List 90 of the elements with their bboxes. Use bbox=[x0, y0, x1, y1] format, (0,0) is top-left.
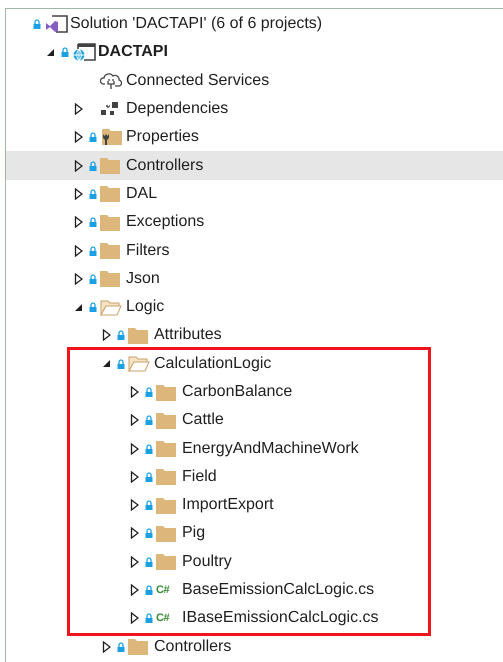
tree-item[interactable]: EnergyAndMachineWork bbox=[70, 434, 428, 463]
collapsed-arrow-icon[interactable] bbox=[74, 103, 82, 116]
folder-icon bbox=[128, 326, 148, 344]
expanded-arrow-icon[interactable] bbox=[46, 48, 54, 57]
collapsed-arrow-icon[interactable] bbox=[130, 386, 138, 398]
collapsed-arrow-icon[interactable] bbox=[74, 216, 82, 228]
tree-item-label: Controllers bbox=[126, 156, 204, 175]
collapsed-arrow-icon[interactable] bbox=[74, 272, 82, 285]
tree-item[interactable]: Connected Services bbox=[6, 66, 503, 95]
collapsed-arrow-icon[interactable] bbox=[74, 131, 82, 144]
tree-item-label: Properties bbox=[126, 128, 199, 146]
tree-item-label: Dependencies bbox=[126, 100, 228, 118]
tree-item[interactable]: Json bbox=[6, 264, 503, 293]
tree-item[interactable]: C# BaseEmissionCalcLogic.cs bbox=[70, 576, 428, 604]
collapsed-arrow-icon[interactable] bbox=[130, 499, 138, 512]
expanded-arrow-icon[interactable] bbox=[102, 359, 110, 368]
collapsed-arrow-icon[interactable] bbox=[130, 584, 138, 596]
tree-item[interactable]: Controllers bbox=[6, 632, 503, 661]
tree-item[interactable]: CalculationLogic bbox=[70, 350, 428, 378]
properties-folder-icon bbox=[100, 128, 122, 146]
collapsed-arrow-icon[interactable] bbox=[74, 160, 82, 172]
tree-item[interactable]: ImportExport bbox=[70, 491, 428, 520]
tree-item-label: Json bbox=[126, 270, 160, 288]
tree-item[interactable]: Attributes bbox=[6, 321, 503, 350]
tree-item[interactable]: Dependencies bbox=[6, 94, 503, 124]
tree-item-label: CarbonBalance bbox=[182, 383, 292, 401]
tree-item[interactable]: Solution 'DACTAPI' (6 of 6 projects) bbox=[6, 10, 503, 38]
tree-item-label: BaseEmissionCalcLogic.cs bbox=[182, 581, 374, 600]
folder-icon bbox=[156, 553, 176, 570]
folder-icon bbox=[100, 214, 120, 231]
tree-item[interactable]: DACTAPI bbox=[6, 38, 503, 67]
cloud-plug-icon bbox=[100, 72, 122, 90]
folder-icon bbox=[156, 384, 176, 400]
folder-icon bbox=[100, 157, 120, 174]
tree-item[interactable]: Poultry bbox=[70, 548, 428, 576]
tree-item-label: EnergyAndMachineWork bbox=[182, 440, 359, 458]
tree-item-label: Pig bbox=[182, 524, 206, 542]
collapsed-arrow-icon[interactable] bbox=[74, 188, 82, 200]
tree-item[interactable]: Properties bbox=[6, 123, 503, 152]
tree-item-label: Logic bbox=[126, 298, 164, 316]
tree-item-label: Filters bbox=[126, 242, 170, 260]
web-project-icon bbox=[72, 43, 96, 62]
tree-item[interactable]: Exceptions bbox=[6, 208, 503, 236]
solution-icon bbox=[44, 15, 68, 34]
tree-item[interactable]: DAL bbox=[6, 180, 503, 208]
tree-item-label: DAL bbox=[126, 184, 158, 203]
collapsed-arrow-icon[interactable] bbox=[102, 640, 110, 653]
tree-item[interactable]: Pig bbox=[70, 519, 428, 548]
folder-icon bbox=[100, 270, 120, 288]
tree-item[interactable]: Filters bbox=[6, 236, 503, 265]
tree-item-label: Controllers bbox=[154, 638, 232, 656]
csharp-file-icon: C# bbox=[156, 612, 170, 624]
tree-item-label: Attributes bbox=[154, 326, 222, 344]
tree-item[interactable]: Controllers bbox=[6, 151, 503, 180]
folder-icon bbox=[156, 440, 176, 458]
tree-item-label: ImportExport bbox=[182, 496, 274, 514]
tree-item-label: IBaseEmissionCalcLogic.cs bbox=[182, 609, 379, 628]
open-folder-icon bbox=[100, 298, 122, 316]
tree-item[interactable]: Field bbox=[70, 462, 428, 492]
collapsed-arrow-icon[interactable] bbox=[130, 556, 138, 568]
collapsed-arrow-icon[interactable] bbox=[74, 244, 82, 257]
tree-item-label: DACTAPI bbox=[98, 43, 168, 62]
csharp-file-icon: C# bbox=[156, 584, 170, 596]
dependencies-icon bbox=[100, 101, 120, 118]
expanded-arrow-icon[interactable] bbox=[74, 302, 82, 312]
folder-icon bbox=[156, 496, 176, 514]
tree-item[interactable]: C# IBaseEmissionCalcLogic.cs bbox=[70, 604, 428, 633]
tree-item-label: Exceptions bbox=[126, 213, 204, 232]
collapsed-arrow-icon[interactable] bbox=[130, 470, 138, 483]
tree-item[interactable]: Logic bbox=[6, 292, 503, 322]
folder-icon bbox=[100, 242, 120, 260]
collapsed-arrow-icon[interactable] bbox=[102, 329, 110, 342]
open-folder-icon bbox=[128, 355, 150, 372]
folder-icon bbox=[156, 524, 176, 542]
tree-item[interactable]: CarbonBalance bbox=[70, 378, 428, 406]
tree-item-label: CalculationLogic bbox=[154, 354, 272, 373]
folder-icon bbox=[156, 412, 176, 429]
tree-item-label: Poultry bbox=[182, 552, 232, 571]
collapsed-arrow-icon[interactable] bbox=[130, 612, 138, 624]
folder-icon bbox=[156, 468, 176, 486]
tree-item-label: Cattle bbox=[182, 411, 224, 430]
tree-item-label: Solution 'DACTAPI' (6 of 6 projects) bbox=[70, 15, 322, 34]
folder-icon bbox=[100, 185, 120, 202]
tree-item[interactable]: Cattle bbox=[70, 406, 428, 434]
collapsed-arrow-icon[interactable] bbox=[130, 442, 138, 455]
tree-item-label: Connected Services bbox=[126, 72, 270, 90]
collapsed-arrow-icon[interactable] bbox=[130, 527, 138, 540]
tree-item-label: Field bbox=[182, 468, 217, 486]
collapsed-arrow-icon[interactable] bbox=[130, 414, 138, 426]
folder-icon bbox=[128, 638, 148, 656]
